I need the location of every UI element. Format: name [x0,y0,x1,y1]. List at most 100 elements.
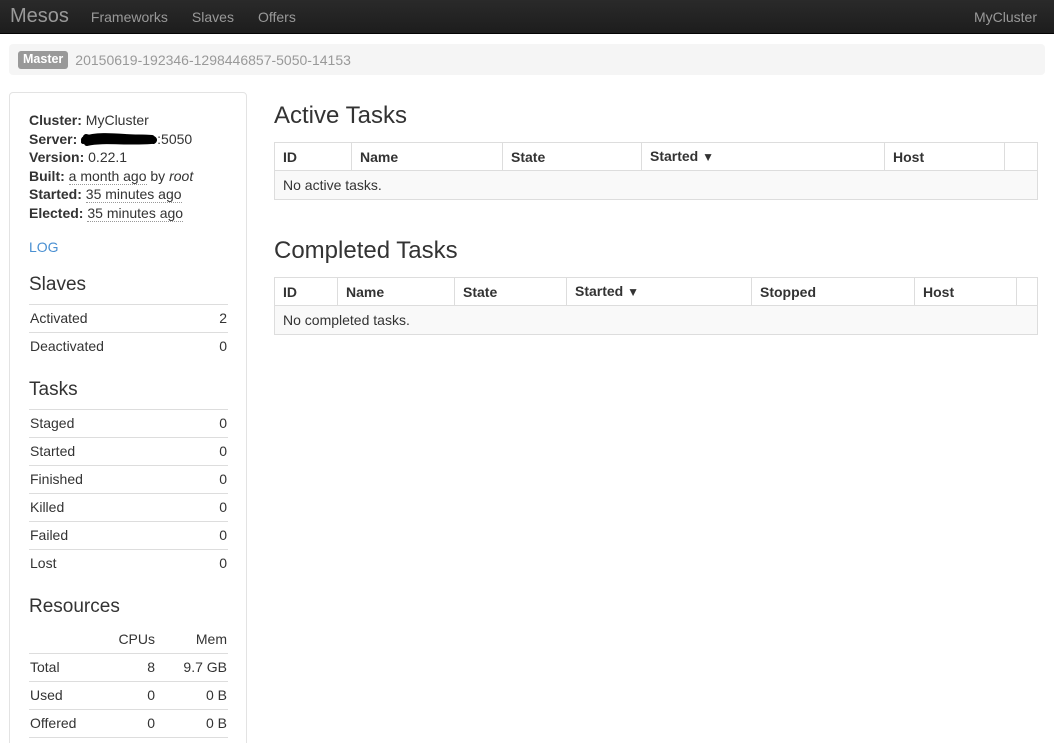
sort-desc-icon: ▼ [702,150,714,164]
table-row: Deactivated 0 [29,333,228,361]
tasks-started-label: Started [29,438,198,466]
active-tasks-table: ID Name State Started ▼ Host No active t… [274,142,1038,200]
tasks-failed-label: Failed [29,522,198,550]
tasks-lost-label: Lost [29,550,198,578]
master-id-text: 20150619-192346-1298446857-5050-14153 [75,52,351,68]
elected-time: 35 minutes ago [87,205,183,222]
resources-section-title: Resources [29,596,228,618]
built-joiner: by [150,168,165,184]
top-navbar: Mesos Frameworks Slaves Offers MyCluster [0,0,1054,34]
completed-col-stopped[interactable]: Stopped [752,278,915,306]
started-label: Started: [29,186,82,202]
cluster-value: MyCluster [86,112,149,128]
completed-col-started[interactable]: Started ▼ [567,278,752,306]
resources-total-mem: 9.7 GB [156,654,228,682]
tasks-table: Staged 0 Started 0 Finished 0 Killed 0 [29,409,228,577]
resources-total-label: Total [29,654,100,682]
completed-col-state[interactable]: State [455,278,567,306]
tasks-staged-label: Staged [29,410,198,438]
resources-header-cpus: CPUs [100,626,156,654]
active-col-name[interactable]: Name [352,143,503,171]
table-row: Total 8 9.7 GB [29,654,228,682]
table-row: Killed 0 [29,494,228,522]
slaves-deactivated-value: 0 [205,333,228,361]
table-row: Started 0 [29,438,228,466]
navbar-cluster-name: MyCluster [974,9,1037,25]
version-value: 0.22.1 [88,149,127,165]
slaves-table: Activated 2 Deactivated 0 [29,304,228,360]
resources-idle-label: Idle [29,738,100,743]
started-line: Started: 35 minutes ago [29,185,228,204]
navbar-menu: Frameworks Slaves Offers [79,0,308,34]
tasks-failed-value: 0 [198,522,228,550]
table-row: Offered 0 0 B [29,710,228,738]
built-line: Built: a month ago by root [29,167,228,186]
table-header-row: ID Name State Started ▼ Stopped Host [275,278,1038,306]
resources-used-mem: 0 B [156,682,228,710]
tasks-section-title: Tasks [29,379,228,401]
completed-tasks-empty-message: No completed tasks. [275,306,1038,335]
elected-line: Elected: 35 minutes ago [29,204,228,223]
built-time: a month ago [69,168,147,185]
nav-item-frameworks[interactable]: Frameworks [79,0,180,34]
server-line: Server: :5050 [29,130,228,149]
version-line: Version: 0.22.1 [29,148,228,167]
tasks-killed-value: 0 [198,494,228,522]
cluster-label: Cluster: [29,112,82,128]
nav-item-slaves[interactable]: Slaves [180,0,246,34]
table-row: CPUs Mem [29,626,228,654]
elected-label: Elected: [29,205,83,221]
table-row: Idle 8 9.7 GB [29,738,228,743]
cluster-info-panel: Cluster: MyCluster Server: :5050 Version… [9,92,247,743]
master-id-bar: Master 20150619-192346-1298446857-5050-1… [9,44,1045,75]
slaves-activated-value: 2 [205,305,228,333]
active-col-blank [1005,143,1038,171]
slaves-deactivated-label: Deactivated [29,333,205,361]
built-user: root [169,168,193,184]
active-col-id[interactable]: ID [275,143,352,171]
nav-item-offers[interactable]: Offers [246,0,308,34]
table-row: No active tasks. [275,171,1038,200]
tasks-finished-value: 0 [198,466,228,494]
resources-header-blank [29,626,100,654]
table-row: No completed tasks. [275,306,1038,335]
resources-header-mem: Mem [156,626,228,654]
brand-mesos-link[interactable]: Mesos [10,1,79,32]
tasks-staged-value: 0 [198,410,228,438]
resources-total-cpus: 8 [100,654,156,682]
tasks-finished-label: Finished [29,466,198,494]
completed-col-id[interactable]: ID [275,278,338,306]
active-col-state[interactable]: State [503,143,642,171]
log-link[interactable]: LOG [29,239,59,255]
completed-tasks-title: Completed Tasks [274,237,1038,265]
resources-used-cpus: 0 [100,682,156,710]
table-row: Failed 0 [29,522,228,550]
completed-col-name[interactable]: Name [338,278,455,306]
completed-tasks-table: ID Name State Started ▼ Stopped Host No … [274,277,1038,335]
resources-offered-label: Offered [29,710,100,738]
cluster-info-block: Cluster: MyCluster Server: :5050 Version… [29,111,228,222]
completed-col-blank [1017,278,1038,306]
redaction-scribble-icon [81,133,157,146]
table-row: Used 0 0 B [29,682,228,710]
cluster-line: Cluster: MyCluster [29,111,228,130]
resources-table: CPUs Mem Total 8 9.7 GB Used 0 0 B [29,626,228,743]
main-content: Active Tasks ID Name State Started ▼ Hos… [274,92,1038,335]
active-col-host[interactable]: Host [885,143,1005,171]
resources-idle-cpus: 8 [100,738,156,743]
version-label: Version: [29,149,84,165]
active-tasks-empty-message: No active tasks. [275,171,1038,200]
slaves-activated-label: Activated [29,305,205,333]
tasks-started-value: 0 [198,438,228,466]
server-label: Server: [29,131,77,147]
resources-offered-mem: 0 B [156,710,228,738]
master-badge: Master [18,51,68,69]
completed-col-host[interactable]: Host [915,278,1017,306]
table-row: Lost 0 [29,550,228,578]
resources-used-label: Used [29,682,100,710]
table-row: Finished 0 [29,466,228,494]
server-port: :5050 [157,131,192,147]
tasks-killed-label: Killed [29,494,198,522]
slaves-section-title: Slaves [29,274,228,296]
active-col-started[interactable]: Started ▼ [642,143,885,171]
